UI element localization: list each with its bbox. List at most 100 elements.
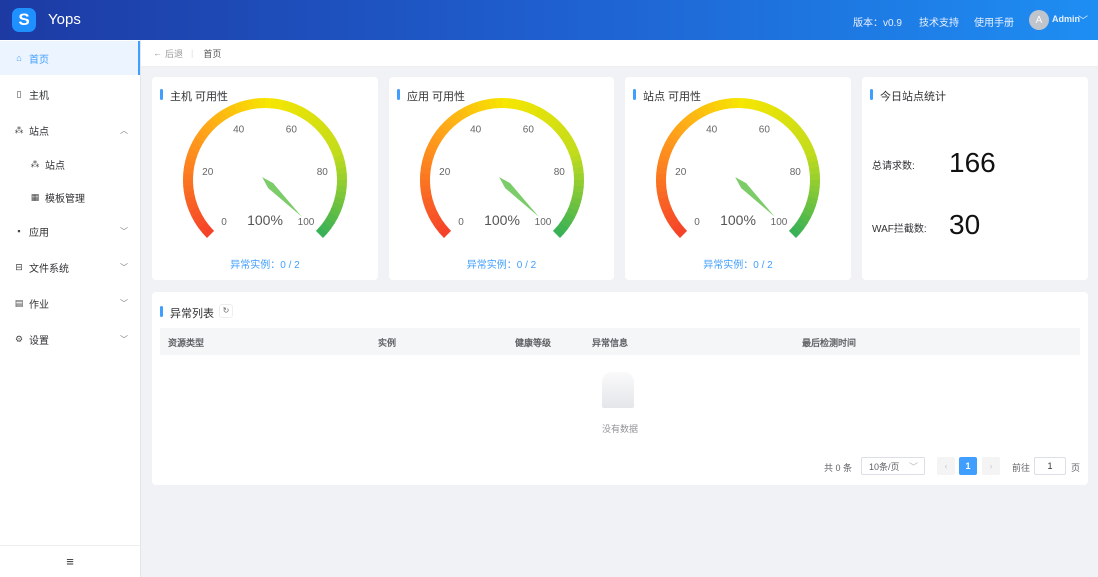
abnormal-list-card: 异常列表 ↻ 资源类型 实例 健康等级 异常信息 最后检测时间 没有数据 共 0… xyxy=(152,292,1088,485)
gauge-needle xyxy=(499,177,539,217)
gauge-tick-label: 0 xyxy=(221,217,227,228)
waf-value: 30 xyxy=(949,209,981,240)
page-unit: 页 xyxy=(1071,463,1081,473)
page-size-value: 10条/页 xyxy=(869,461,900,472)
app-title: Yops xyxy=(48,11,81,28)
back-arrow-icon[interactable]: ← xyxy=(153,48,162,58)
gauge-tick-label: 80 xyxy=(554,167,566,178)
sidebar: ⌂ 首页 ▯ 主机 ⁂ 站点 ︿ ⁂ 站点 ▦ 模板管理 ▪ 应用 ﹀ ⊟ 文件系统 ﹀ ▤ 作业 ﹀ … xyxy=(0,40,141,577)
site-stats-card: 今日站点统计 总请求数: 166 WAF拦截数: 30 xyxy=(862,77,1088,280)
gauge-tick-label: 100 xyxy=(771,217,788,228)
card-title: 异常列表 xyxy=(160,305,214,321)
chevron-down-icon: ﹀ xyxy=(120,262,128,272)
card-title: 今日站点统计 xyxy=(870,88,946,104)
gear-icon: ⚙ xyxy=(14,333,24,344)
column-header: 健康等级 xyxy=(515,338,552,348)
sidebar-item-label: 站点 xyxy=(45,160,65,172)
sidebar-item-filesystem[interactable]: ⊟ 文件系统 ﹀ xyxy=(0,250,140,284)
total-count: 共 0 条 xyxy=(824,463,853,473)
waf-label: WAF拦截数: xyxy=(872,224,927,235)
sidebar-item-label: 应用 xyxy=(29,227,49,239)
page-1-button[interactable]: 1 xyxy=(959,457,977,475)
gauge-arc-segment xyxy=(315,226,328,238)
app-availability-card: 应用 可用性 0 20 40 60 80 100 100% 异常实例：0 / 2 xyxy=(389,77,614,280)
gauge-tick-label: 0 xyxy=(694,217,700,228)
refresh-icon[interactable]: ↻ xyxy=(219,304,233,318)
sidebar-item-home[interactable]: ⌂ 首页 xyxy=(0,41,140,75)
gauge-tick-label: 60 xyxy=(523,124,535,135)
column-header: 最后检测时间 xyxy=(802,338,857,348)
sidebar-item-label: 文件系统 xyxy=(29,263,69,275)
sidebar-item-template[interactable]: ▦ 模板管理 xyxy=(0,180,140,214)
abnormal-count[interactable]: 异常实例：0 / 2 xyxy=(625,256,851,271)
breadcrumb-separator: | xyxy=(191,48,194,58)
sidebar-item-label: 首页 xyxy=(29,54,49,66)
column-header: 实例 xyxy=(378,338,397,348)
sidebar-item-label: 主机 xyxy=(29,90,49,102)
next-page-button[interactable]: › xyxy=(982,457,1000,475)
host-availability-card: 主机 可用性 0 20 40 60 80 100 100% 异常实例：0 / 2 xyxy=(152,77,378,280)
gauge-tick-label: 20 xyxy=(439,167,451,178)
manual-link[interactable]: 使用手册 xyxy=(974,14,1014,29)
gauge-tick-label: 60 xyxy=(286,124,298,135)
sitemap-icon: ⁂ xyxy=(30,158,40,169)
gauge-tick-label: 40 xyxy=(706,124,718,135)
collapse-menu-button[interactable]: ≡ xyxy=(0,545,140,577)
sidebar-item-jobs[interactable]: ▤ 作业 ﹀ xyxy=(0,286,140,320)
breadcrumb-current: 首页 xyxy=(203,48,222,59)
gauge-tick-label: 20 xyxy=(202,167,214,178)
sidebar-item-label: 站点 xyxy=(29,126,49,138)
column-header: 异常信息 xyxy=(592,338,629,348)
gauge-tick-label: 80 xyxy=(790,167,802,178)
column-header: 资源类型 xyxy=(168,338,205,348)
sidebar-item-label: 作业 xyxy=(29,299,49,311)
sidebar-item-site[interactable]: ⁂ 站点 ︿ xyxy=(0,113,140,147)
gauge-tick-label: 40 xyxy=(470,124,482,135)
gauge-tick-label: 20 xyxy=(675,167,687,178)
sidebar-item-apps[interactable]: ▪ 应用 ﹀ xyxy=(0,214,140,248)
gauge-arc-segment xyxy=(552,226,565,238)
gauge-tick-label: 100 xyxy=(298,217,315,228)
chevron-down-icon: ﹀ xyxy=(120,226,128,236)
gauge-tick-label: 40 xyxy=(233,124,245,135)
sidebar-item-label: 模板管理 xyxy=(45,193,85,205)
gauge-value: 100% xyxy=(720,212,756,228)
sidebar-item-settings[interactable]: ⚙ 设置 ﹀ xyxy=(0,322,140,356)
site-availability-card: 站点 可用性 0 20 40 60 80 100 100% 异常实例：0 / 2 xyxy=(625,77,851,280)
empty-box-icon xyxy=(602,372,634,408)
gauge-needle xyxy=(735,177,775,217)
abnormal-count[interactable]: 异常实例：0 / 2 xyxy=(152,256,378,271)
gauge-tick-label: 60 xyxy=(759,124,771,135)
avatar[interactable]: A xyxy=(1029,10,1049,30)
chevron-down-icon: ﹀ xyxy=(120,334,128,344)
chevron-down-icon: ﹀ xyxy=(908,461,918,472)
breadcrumb: ← 后退 | 首页 xyxy=(141,40,1098,67)
availability-gauge: 0 20 40 60 80 100 100% xyxy=(420,98,584,238)
gauge-tick-label: 80 xyxy=(317,167,329,178)
version-label: 版本：v0.9 xyxy=(853,18,902,29)
table-header: 资源类型 实例 健康等级 异常信息 最后检测时间 xyxy=(160,328,1080,355)
sitemap-icon: ⁂ xyxy=(14,124,24,135)
prev-page-button[interactable]: ‹ xyxy=(937,457,955,475)
storage-icon: ⊟ xyxy=(15,261,23,272)
requests-label: 总请求数: xyxy=(872,161,915,172)
chevron-down-icon[interactable]: ﹀ xyxy=(1078,12,1088,27)
sidebar-item-site-sub[interactable]: ⁂ 站点 xyxy=(0,147,140,181)
server-icon: ▯ xyxy=(16,88,22,99)
availability-gauge: 0 20 40 60 80 100 100% xyxy=(183,98,347,238)
gauge-tick-label: 100 xyxy=(535,217,552,228)
requests-value: 166 xyxy=(949,147,996,178)
goto-page-input[interactable]: 1 xyxy=(1034,457,1066,475)
gauge-tick-label: 0 xyxy=(458,217,464,228)
page-size-select[interactable]: 10条/页 ﹀ xyxy=(861,457,925,475)
availability-gauge: 0 20 40 60 80 100 100% xyxy=(656,98,820,238)
user-menu[interactable]: Admin xyxy=(1052,14,1080,24)
back-button[interactable]: 后退 xyxy=(165,47,183,60)
sidebar-item-host[interactable]: ▯ 主机 xyxy=(0,77,140,111)
chevron-down-icon: ﹀ xyxy=(120,298,128,308)
logo-icon: S xyxy=(12,8,36,32)
template-icon: ▦ xyxy=(30,191,40,202)
support-link[interactable]: 技术支持 xyxy=(919,14,959,29)
sidebar-item-label: 设置 xyxy=(29,335,49,347)
abnormal-count[interactable]: 异常实例：0 / 2 xyxy=(389,256,614,271)
